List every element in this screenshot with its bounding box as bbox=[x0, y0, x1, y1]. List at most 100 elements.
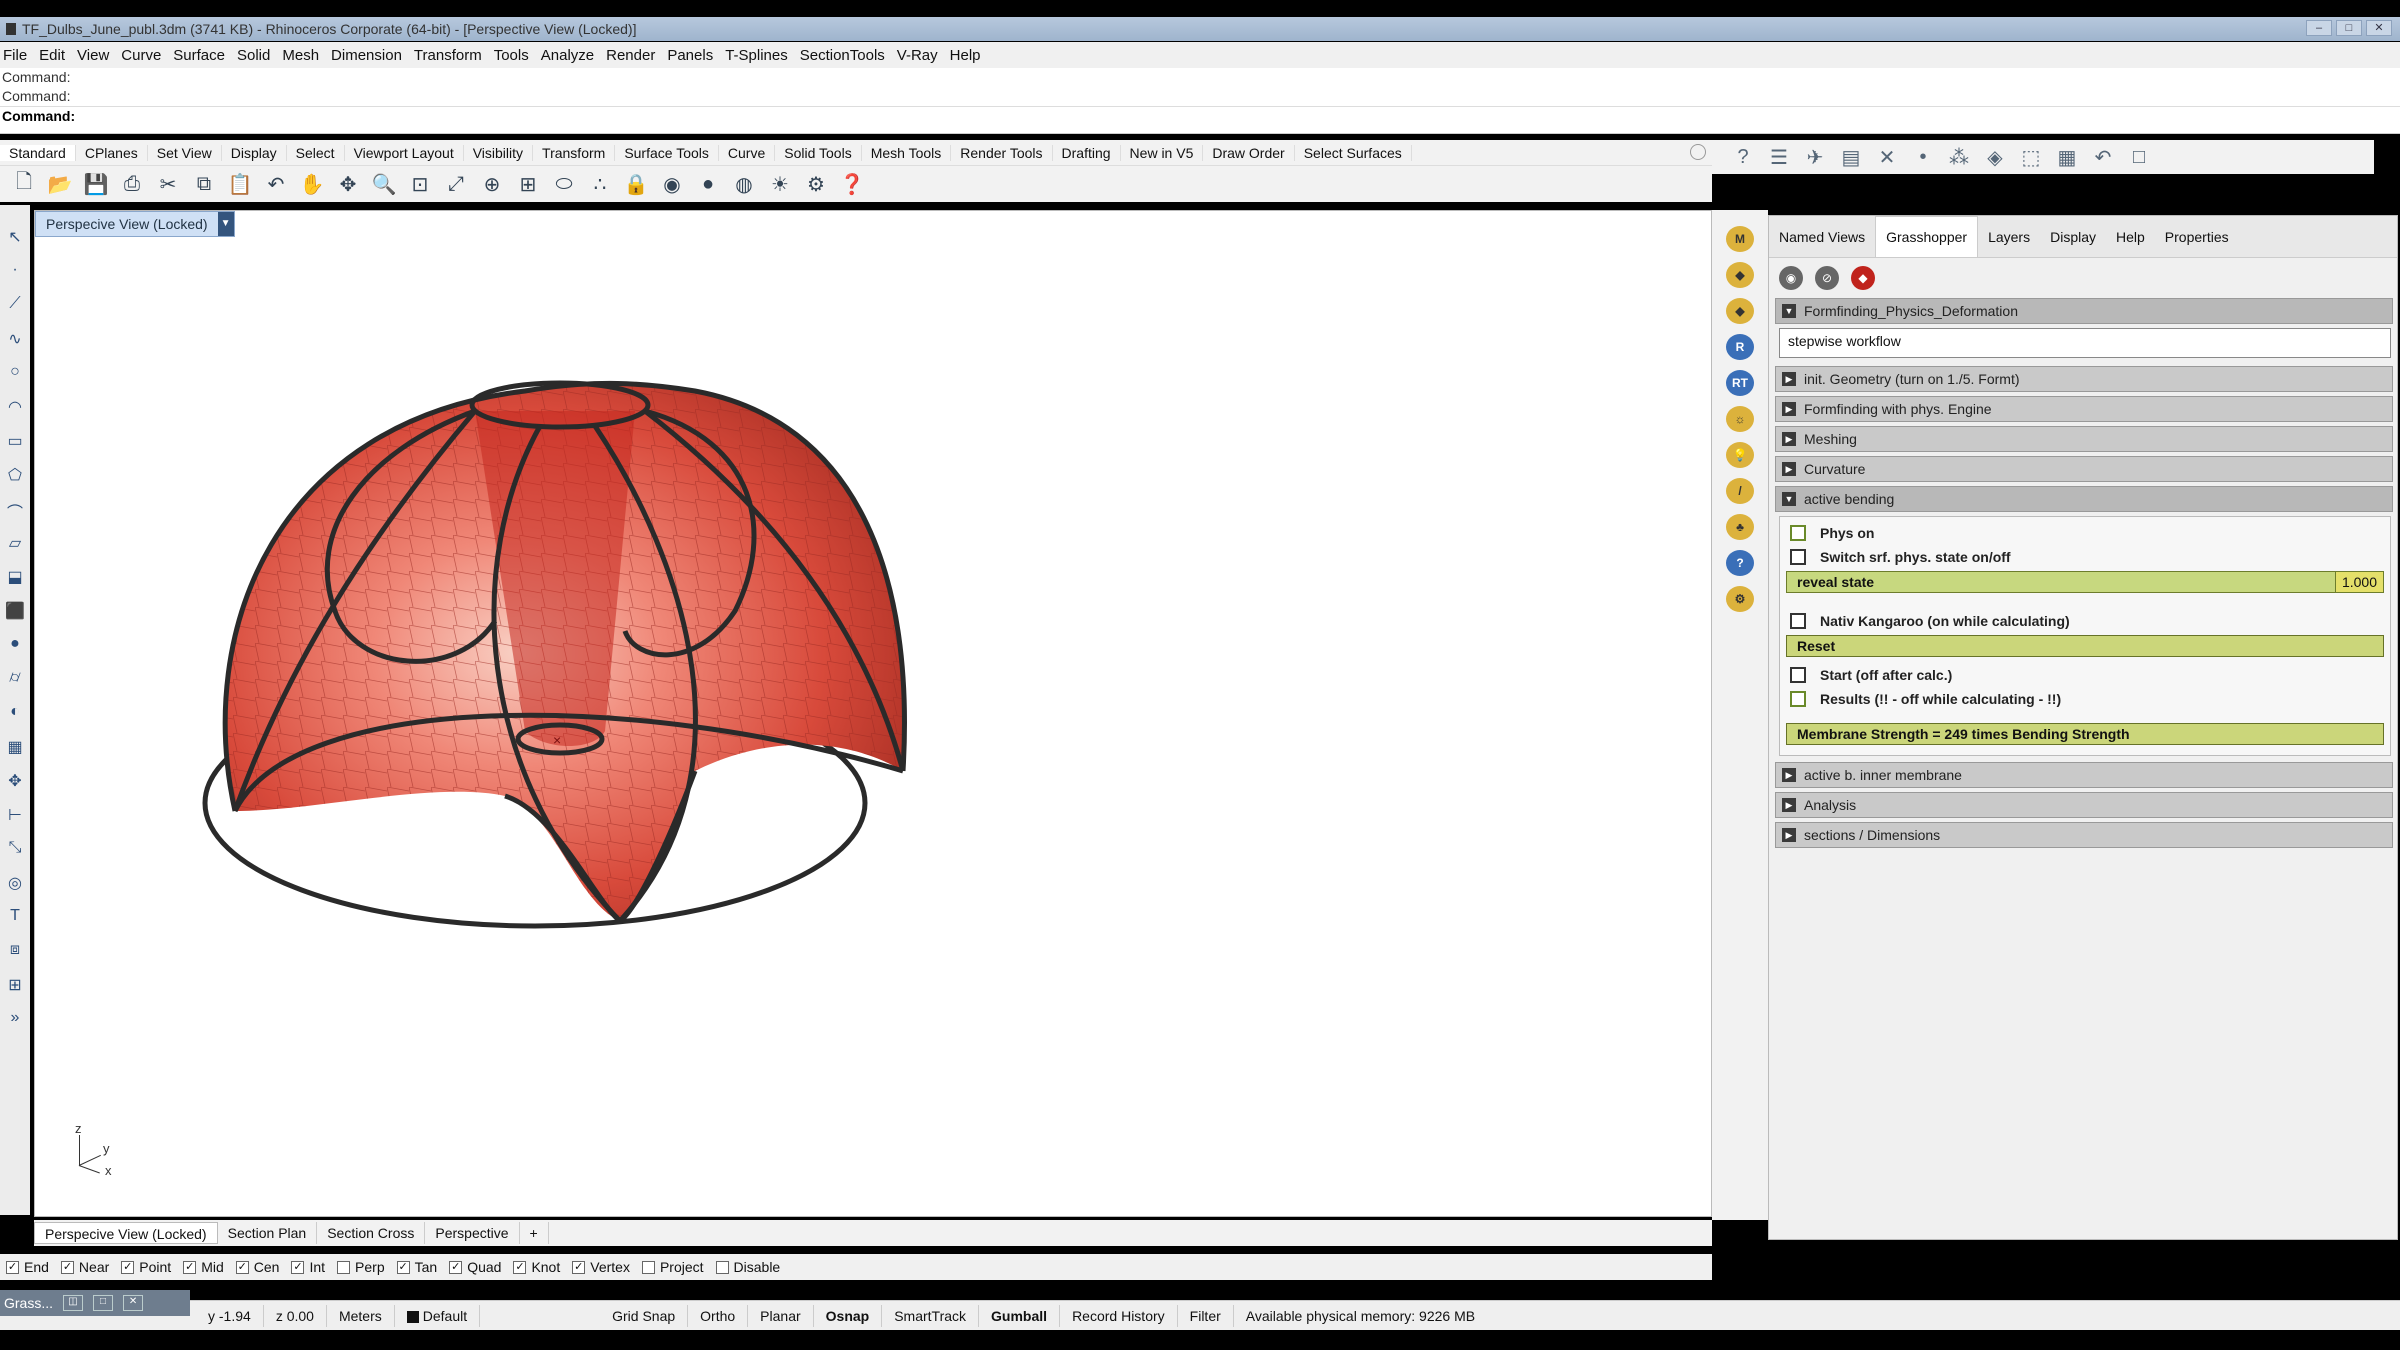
add-viewport-tab-button[interactable]: + bbox=[520, 1222, 549, 1244]
paste-icon[interactable]: 📋 bbox=[224, 169, 256, 199]
phys-on-row[interactable]: Phys on bbox=[1784, 521, 2388, 545]
light-bulb-icon[interactable]: 💡 bbox=[1726, 442, 1754, 468]
undo-icon[interactable]: ↶ bbox=[260, 169, 292, 199]
phys-on-checkbox[interactable] bbox=[1790, 525, 1806, 541]
osnap-knot-checkbox[interactable]: ✓ bbox=[513, 1260, 527, 1274]
select-icon[interactable]: ⬭ bbox=[548, 169, 580, 199]
delete-icon[interactable]: ✕ bbox=[1872, 145, 1902, 170]
tab-named-views[interactable]: Named Views bbox=[1769, 229, 1875, 245]
osnap-cen[interactable]: ✓ Cen bbox=[235, 1259, 279, 1275]
menu-sectiontools[interactable]: SectionTools bbox=[797, 47, 894, 64]
osnap-quad[interactable]: ✓ Quad bbox=[449, 1259, 501, 1275]
sphere-icon[interactable]: ● bbox=[4, 635, 26, 666]
menu-edit[interactable]: Edit bbox=[36, 47, 74, 64]
points-icon[interactable]: ∴ bbox=[584, 169, 616, 199]
osnap-point-checkbox[interactable]: ✓ bbox=[121, 1260, 135, 1274]
zoom-extents-icon[interactable]: ⤢ bbox=[440, 169, 472, 199]
osnap-project[interactable]: Project bbox=[641, 1259, 704, 1275]
tab-select-surfaces[interactable]: Select Surfaces bbox=[1295, 144, 1412, 161]
gh-group-formfinding[interactable]: ▶ Formfinding with phys. Engine bbox=[1775, 396, 2393, 422]
osnap-project-checkbox[interactable] bbox=[641, 1260, 655, 1274]
tab-curve[interactable]: Curve bbox=[719, 144, 776, 161]
bake-icon[interactable]: ⊘ bbox=[1815, 266, 1839, 290]
collapse-icon[interactable]: ▼ bbox=[1782, 492, 1796, 506]
expand-icon[interactable]: ▶ bbox=[1782, 768, 1796, 782]
command-prompt[interactable]: Command: bbox=[0, 106, 2400, 125]
tab-section-cross[interactable]: Section Cross bbox=[317, 1222, 426, 1244]
osnap-near[interactable]: ✓ Near bbox=[60, 1259, 109, 1275]
move-icon[interactable]: ✥ bbox=[4, 771, 26, 802]
osnap-tan[interactable]: ✓ Tan bbox=[396, 1259, 437, 1275]
current-layer[interactable]: Default bbox=[395, 1304, 481, 1327]
switch-row[interactable]: Switch srf. phys. state on/off bbox=[1784, 545, 2388, 569]
osnap-disable-checkbox[interactable] bbox=[715, 1260, 729, 1274]
menu-mesh[interactable]: Mesh bbox=[279, 47, 328, 64]
toolbar-options-icon[interactable] bbox=[1690, 144, 1706, 160]
analyze-icon[interactable]: ◎ bbox=[4, 873, 26, 904]
arc-icon[interactable]: ◠ bbox=[4, 397, 26, 428]
expand-icon[interactable]: ▶ bbox=[1782, 402, 1796, 416]
menu-panels[interactable]: Panels bbox=[664, 47, 722, 64]
tab-perspective[interactable]: Perspective bbox=[425, 1222, 520, 1244]
eye-icon[interactable]: ◉ bbox=[1779, 266, 1803, 290]
scatter-icon[interactable]: ⁂ bbox=[1944, 145, 1974, 170]
viewport-title-tab[interactable]: Perspecive View (Locked) ▼ bbox=[35, 211, 235, 237]
map-icon[interactable]: ⬚ bbox=[2016, 145, 2046, 170]
menu-solid[interactable]: Solid bbox=[234, 47, 279, 64]
osnap-perp[interactable]: Perp bbox=[337, 1259, 385, 1275]
gh-group-meshing[interactable]: ▶ Meshing bbox=[1775, 426, 2393, 452]
cut-icon[interactable]: ✂ bbox=[152, 169, 184, 199]
menu-curve[interactable]: Curve bbox=[118, 47, 170, 64]
tab-surface-tools[interactable]: Surface Tools bbox=[615, 144, 719, 161]
menu-transform[interactable]: Transform bbox=[411, 47, 491, 64]
undo-view-icon[interactable]: ↶ bbox=[2088, 145, 2118, 170]
tab-grasshopper[interactable]: Grasshopper bbox=[1875, 216, 1979, 257]
new-icon[interactable]: 🗋 bbox=[8, 169, 40, 199]
open-icon[interactable]: 📂 bbox=[44, 169, 76, 199]
point-icon[interactable]: · bbox=[4, 261, 26, 292]
tab-mesh-tools[interactable]: Mesh Tools bbox=[862, 144, 952, 161]
osnap-near-checkbox[interactable]: ✓ bbox=[60, 1260, 74, 1274]
zoom-selected-icon[interactable]: ⊕ bbox=[476, 169, 508, 199]
sun-icon[interactable]: ☼ bbox=[1726, 406, 1754, 432]
osnap-quad-checkbox[interactable]: ✓ bbox=[449, 1260, 463, 1274]
close-button[interactable]: ✕ bbox=[2366, 20, 2392, 36]
display-icon[interactable]: ◈ bbox=[1980, 145, 2010, 170]
extrude-icon[interactable]: ⬓ bbox=[4, 567, 26, 598]
start-checkbox[interactable] bbox=[1790, 667, 1806, 683]
tab-render-tools[interactable]: Render Tools bbox=[951, 144, 1053, 161]
blank-icon[interactable]: □ bbox=[2124, 146, 2154, 169]
switch-checkbox[interactable] bbox=[1790, 549, 1806, 565]
polyline-icon[interactable]: ⟋ bbox=[4, 295, 26, 326]
tab-section-plan[interactable]: Section Plan bbox=[218, 1222, 318, 1244]
more-tools-icon[interactable]: » bbox=[4, 1009, 26, 1040]
menu-tools[interactable]: Tools bbox=[491, 47, 538, 64]
layers-icon[interactable]: ☰ bbox=[1764, 145, 1794, 170]
gh-group-analysis[interactable]: ▶ Analysis bbox=[1775, 792, 2393, 818]
tab-set-view[interactable]: Set View bbox=[148, 144, 222, 161]
expand-icon[interactable]: ▶ bbox=[1782, 828, 1796, 842]
tab-help[interactable]: Help bbox=[2106, 229, 2155, 245]
tab-drafting[interactable]: Drafting bbox=[1053, 144, 1121, 161]
knife-icon[interactable]: / bbox=[1726, 478, 1754, 504]
lock-icon[interactable]: 🔒 bbox=[620, 169, 652, 199]
dimension-icon[interactable]: ⊢ bbox=[4, 805, 26, 836]
rt-plugin-icon[interactable]: RT bbox=[1726, 370, 1754, 396]
window-icon[interactable]: ▤ bbox=[1836, 145, 1866, 170]
smarttrack-toggle[interactable]: SmartTrack bbox=[882, 1304, 980, 1327]
print-icon[interactable]: ⎙ bbox=[116, 169, 148, 199]
group-icon[interactable]: ⧈ bbox=[4, 941, 26, 972]
viewport-menu-chevron-icon[interactable]: ▼ bbox=[217, 212, 234, 236]
osnap-mid[interactable]: ✓ Mid bbox=[183, 1259, 224, 1275]
osnap-int-checkbox[interactable]: ✓ bbox=[291, 1260, 305, 1274]
dot-icon[interactable]: • bbox=[1908, 146, 1938, 169]
tab-solid-tools[interactable]: Solid Tools bbox=[775, 144, 862, 161]
perspective-viewport[interactable]: × Perspecive View (Locked) ▼ z y x bbox=[34, 210, 1712, 1217]
gh-group-active-bending[interactable]: ▼ active bending bbox=[1775, 486, 2393, 512]
r-plugin-icon[interactable]: R bbox=[1726, 334, 1754, 360]
nativ-checkbox[interactable] bbox=[1790, 613, 1806, 629]
gh-group-header[interactable]: ▼ Formfinding_Physics_Deformation bbox=[1775, 298, 2393, 324]
m-plugin-icon[interactable]: M bbox=[1726, 226, 1754, 252]
gh-group-inner-membrane[interactable]: ▶ active b. inner membrane bbox=[1775, 762, 2393, 788]
osnap-vertex[interactable]: ✓ Vertex bbox=[572, 1259, 630, 1275]
